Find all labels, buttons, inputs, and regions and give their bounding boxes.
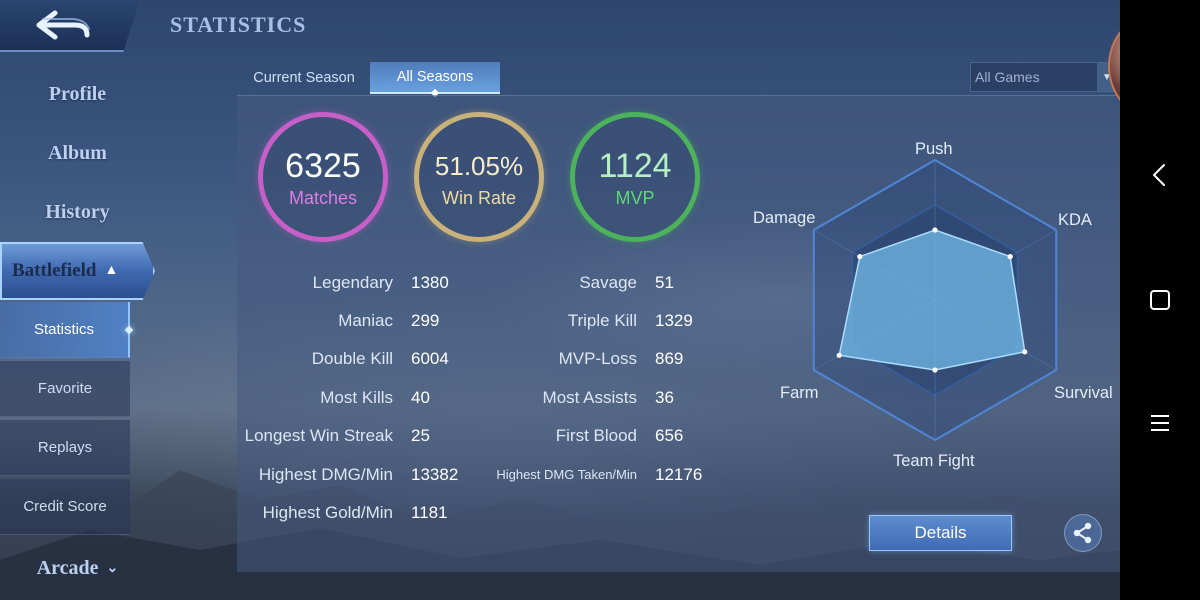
radar-value-point <box>1007 254 1013 260</box>
page-title: STATISTICS <box>170 12 307 37</box>
sidebar-item-label: Profile <box>48 82 107 105</box>
tab-current-season[interactable]: Current Season <box>238 62 370 94</box>
stat-label-most-assists: Most Assists <box>542 388 637 407</box>
win-rate-label: Win Rate <box>441 187 517 208</box>
stat-value-first-blood: 656 <box>655 426 684 445</box>
system-nav-bar <box>1120 0 1200 600</box>
sidebar-item-arcade[interactable]: Arcade ⌄ <box>0 550 155 586</box>
sidebar-item-label: History <box>45 200 110 223</box>
stat-label-first-blood: First Blood <box>555 426 637 445</box>
stat-value-highest-dmg-taken-min: 12176 <box>655 465 703 484</box>
radar-value-point <box>1022 349 1028 355</box>
stat-label-highest-dmg-min: Highest DMG/Min <box>258 465 393 484</box>
sidebar-subitem-label: Favorite <box>37 380 93 397</box>
win-rate-ring: 51.05% Win Rate <box>414 112 544 242</box>
sidebar-subitem-label: Replays <box>37 439 93 456</box>
sidebar-item-label: Battlefield <box>12 260 97 281</box>
sidebar-item-label: Album <box>48 141 107 164</box>
performance-radar <box>812 158 1058 442</box>
matches-value: 6325 <box>285 146 361 185</box>
radar-value-point <box>857 254 863 260</box>
stat-label-triple-kill: Triple Kill <box>567 311 637 330</box>
mvp-ring: 1124 MVP <box>570 112 700 242</box>
stat-label-double-kill: Double Kill <box>311 349 393 368</box>
tab-label: Current Season <box>253 70 355 86</box>
chevron-down-icon: ⌄ <box>106 560 119 576</box>
share-button[interactable] <box>1064 514 1102 552</box>
radar-value-point <box>932 367 938 373</box>
active-indicator-icon <box>124 325 134 334</box>
details-button[interactable]: Details <box>869 515 1012 551</box>
chevron-left-icon <box>1153 164 1165 186</box>
radar-label-damage: Damage <box>753 209 816 227</box>
sidebar-subitem-favorite[interactable]: Favorite <box>0 361 130 417</box>
sidebar-subitem-statistics[interactable]: Statistics <box>0 302 134 358</box>
stat-value-most-assists: 36 <box>655 388 674 407</box>
stat-label-highest-dmg-taken-min: Highest DMG Taken/Min <box>496 467 637 482</box>
share-icon <box>1073 522 1092 544</box>
radar-label-kda: KDA <box>1058 211 1092 229</box>
stat-label-maniac: Maniac <box>338 311 393 330</box>
radar-label-farm: Farm <box>780 384 819 402</box>
tab-label: All Seasons <box>396 69 474 85</box>
radar-label-team-fight: Team Fight <box>893 452 975 470</box>
matches-ring: 6325 Matches <box>258 112 388 242</box>
chevron-up-icon: ▲ <box>104 263 119 278</box>
radar-value-point <box>932 227 938 233</box>
sidebar-subitem-label: Credit Score <box>23 498 107 515</box>
win-rate-value: 51.05% <box>434 150 524 181</box>
game-mode-select-value: All Games <box>975 69 1040 85</box>
sidebar-item-album[interactable]: Album <box>0 133 155 173</box>
radar-label-push: Push <box>915 140 953 158</box>
system-back-button[interactable] <box>1120 155 1200 195</box>
stat-value-triple-kill: 1329 <box>655 311 693 330</box>
sidebar-subitem-credit-score[interactable]: Credit Score <box>0 479 130 535</box>
stat-label-longest-win-streak: Longest Win Streak <box>244 426 393 445</box>
square-icon <box>1150 290 1170 310</box>
sidebar: Profile Album History Battlefield ▲ Stat… <box>0 62 155 600</box>
back-arrow-icon <box>36 10 90 40</box>
sidebar-subitem-label: Statistics <box>33 321 94 338</box>
stat-value-mvp-loss: 869 <box>655 349 684 368</box>
radar-value-point <box>836 352 842 358</box>
stat-label-legendary: Legendary <box>312 273 393 292</box>
sidebar-item-profile[interactable]: Profile <box>0 74 155 114</box>
mvp-value: 1124 <box>598 146 672 185</box>
sidebar-item-battlefield[interactable]: Battlefield ▲ <box>0 242 155 300</box>
stat-label-savage: Savage <box>579 273 637 292</box>
stat-label-most-kills: Most Kills <box>320 388 393 407</box>
sidebar-item-label: Arcade <box>36 556 99 579</box>
game-mode-select[interactable]: All Games ▼ <box>970 62 1118 92</box>
menu-icon <box>1151 415 1169 431</box>
stat-value-highest-gold-min: 1181 <box>411 503 448 522</box>
mvp-label: MVP <box>615 187 655 208</box>
stat-label-mvp-loss: MVP-Loss <box>558 349 637 368</box>
tab-all-seasons[interactable]: All Seasons <box>370 62 500 98</box>
sidebar-subitem-replays[interactable]: Replays <box>0 420 130 476</box>
back-button[interactable] <box>0 0 140 52</box>
stat-value-savage: 51 <box>655 273 674 292</box>
details-button-label: Details <box>914 523 967 542</box>
matches-label: Matches <box>288 187 358 208</box>
sidebar-item-history[interactable]: History <box>0 192 155 232</box>
system-home-button[interactable] <box>1120 280 1200 320</box>
radar-label-survival: Survival <box>1054 384 1113 402</box>
stat-label-highest-gold-min: Highest Gold/Min <box>262 503 393 522</box>
system-menu-button[interactable] <box>1120 403 1200 443</box>
